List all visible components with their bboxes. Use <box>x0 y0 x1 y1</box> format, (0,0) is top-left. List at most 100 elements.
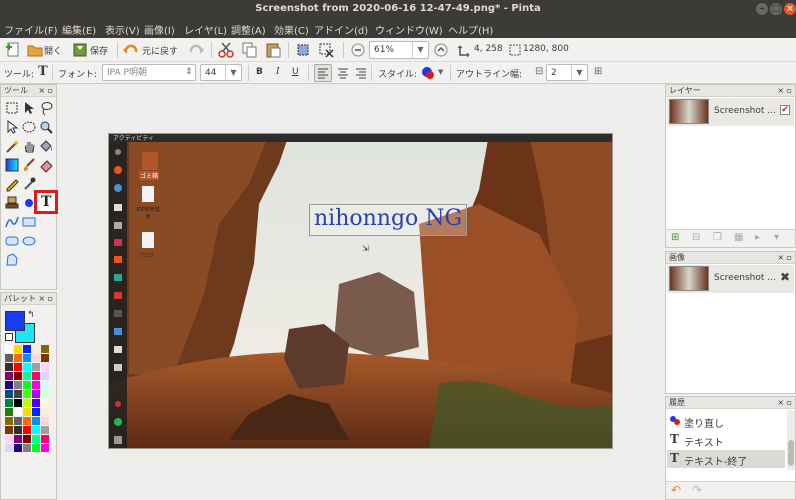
rectangle-icon[interactable] <box>21 214 37 230</box>
zoom-dropdown-arrow[interactable]: ▼ <box>412 42 428 58</box>
move-layer-down-icon[interactable]: ▾ <box>774 232 779 243</box>
undo-icon[interactable] <box>123 43 139 57</box>
deselect-icon[interactable] <box>318 42 334 58</box>
font-size-dropdown-arrow[interactable]: ▼ <box>225 65 241 80</box>
menu-layer[interactable]: レイヤ(L) <box>184 22 227 37</box>
add-layer-icon[interactable]: ⊞ <box>671 232 679 243</box>
palette-swatch[interactable] <box>5 444 13 452</box>
outline-dropdown-arrow[interactable]: ▼ <box>571 65 587 80</box>
palette-swatch[interactable] <box>5 354 13 362</box>
palette-swatch[interactable] <box>32 426 40 434</box>
outline-decrease-button[interactable]: ⊟ <box>535 66 543 77</box>
bold-button[interactable]: B <box>256 67 263 77</box>
history-item[interactable]: T テキスト <box>667 431 785 449</box>
palette-swatch[interactable] <box>41 399 49 407</box>
palette-swatch[interactable] <box>41 381 49 389</box>
merge-layer-icon[interactable]: ▦ <box>734 232 743 243</box>
move-selected-icon[interactable] <box>21 100 37 116</box>
move-selection-icon[interactable] <box>4 119 20 135</box>
palette-swatch[interactable] <box>5 345 13 353</box>
palette-swatch[interactable] <box>14 372 22 380</box>
palette-swatch[interactable] <box>32 372 40 380</box>
tools-panel-close-icon[interactable]: × ▫ <box>38 85 53 97</box>
history-item[interactable]: 塗り直し <box>667 412 785 430</box>
palette-swatch[interactable] <box>5 417 13 425</box>
palette-swatch[interactable] <box>14 399 22 407</box>
palette-swatch[interactable] <box>32 345 40 353</box>
line-curve-icon[interactable] <box>4 214 20 230</box>
redo-icon[interactable] <box>188 43 204 57</box>
palette-swatch[interactable] <box>14 354 22 362</box>
zoom-out-icon[interactable] <box>351 43 365 57</box>
freeform-shape-icon[interactable] <box>4 252 20 268</box>
font-selector[interactable]: IPA P明朝 <box>102 64 196 81</box>
palette-swatch[interactable] <box>23 390 31 398</box>
copy-icon[interactable] <box>242 42 258 58</box>
maximize-button[interactable]: □ <box>770 3 782 15</box>
palette-swatch[interactable] <box>32 444 40 452</box>
palette-swatch[interactable] <box>5 399 13 407</box>
palette-panel-close-icon[interactable]: × ▫ <box>38 293 53 305</box>
palette-swatch[interactable] <box>23 417 31 425</box>
layer-visible-checkbox[interactable]: ✔ <box>780 105 790 115</box>
italic-button[interactable]: I <box>276 67 280 77</box>
close-button[interactable]: × <box>784 3 796 15</box>
clone-stamp-icon[interactable] <box>4 195 20 211</box>
save-button[interactable]: 保存 <box>90 44 108 57</box>
align-left-button[interactable] <box>314 64 332 82</box>
magic-wand-icon[interactable] <box>4 138 20 154</box>
palette-swatch[interactable] <box>41 444 49 452</box>
menu-file[interactable]: ファイル(F) <box>4 22 58 37</box>
undo-button[interactable]: 元に戻す <box>142 44 178 57</box>
palette-swatch[interactable] <box>41 435 49 443</box>
palette-swatch[interactable] <box>23 444 31 452</box>
new-file-icon[interactable] <box>6 42 20 58</box>
align-right-icon[interactable] <box>353 65 369 81</box>
history-panel-close-icon[interactable]: × ▫ <box>777 397 792 409</box>
palette-swatch[interactable] <box>32 408 40 416</box>
underline-button[interactable]: U <box>292 67 299 77</box>
palette-swatch[interactable] <box>14 426 22 434</box>
gradient-icon[interactable] <box>4 157 20 173</box>
palette-swatch[interactable] <box>5 408 13 416</box>
pencil-icon[interactable] <box>4 176 20 192</box>
rounded-rectangle-icon[interactable] <box>4 233 20 249</box>
palette-swatch[interactable] <box>23 399 31 407</box>
menu-addins[interactable]: アドイン(d) <box>314 22 368 37</box>
palette-swatch[interactable] <box>23 354 31 362</box>
palette-swatch[interactable] <box>32 354 40 362</box>
paste-icon[interactable] <box>265 42 281 58</box>
palette-swatch[interactable] <box>5 435 13 443</box>
align-center-icon[interactable] <box>335 65 351 81</box>
save-icon[interactable] <box>72 42 88 58</box>
palette-swatch[interactable] <box>41 417 49 425</box>
palette-swatch[interactable] <box>32 363 40 371</box>
palette-swatch[interactable] <box>23 435 31 443</box>
history-redo-icon[interactable]: ↷ <box>692 483 702 497</box>
palette-swatch[interactable] <box>32 435 40 443</box>
menu-window[interactable]: ウィンドウ(W) <box>375 22 443 37</box>
palette-swatch[interactable] <box>41 363 49 371</box>
palette-swatch[interactable] <box>32 390 40 398</box>
history-item-selected[interactable]: T テキスト-終了 <box>667 450 785 468</box>
reset-colors-icon[interactable] <box>5 333 13 341</box>
close-image-icon[interactable]: ✖ <box>780 270 790 284</box>
fill-style-icon[interactable] <box>421 66 435 80</box>
primary-color-swatch[interactable] <box>5 311 25 331</box>
palette-swatch[interactable] <box>41 372 49 380</box>
text-edit-box[interactable]: nihonngo NG <box>309 204 467 236</box>
menu-effects[interactable]: 効果(C) <box>274 22 309 37</box>
palette-swatch[interactable] <box>5 363 13 371</box>
pan-tool-icon[interactable] <box>21 138 37 154</box>
menu-help[interactable]: ヘルプ(H) <box>448 22 493 37</box>
palette-swatch[interactable] <box>41 354 49 362</box>
history-scrollbar[interactable] <box>787 410 795 470</box>
rectangle-select-icon[interactable] <box>4 100 20 116</box>
palette-swatch[interactable] <box>41 390 49 398</box>
layers-panel-close-icon[interactable]: × ▫ <box>777 85 792 97</box>
image-canvas[interactable]: アクティビティ ゴミ箱 IDPW管理用 ブログ nihonngo NG ⇲ <box>108 133 613 449</box>
palette-swatch[interactable] <box>5 372 13 380</box>
history-scrollbar-thumb[interactable] <box>788 440 794 466</box>
palette-swatch[interactable] <box>14 381 22 389</box>
zoom-in-icon[interactable] <box>434 43 448 57</box>
